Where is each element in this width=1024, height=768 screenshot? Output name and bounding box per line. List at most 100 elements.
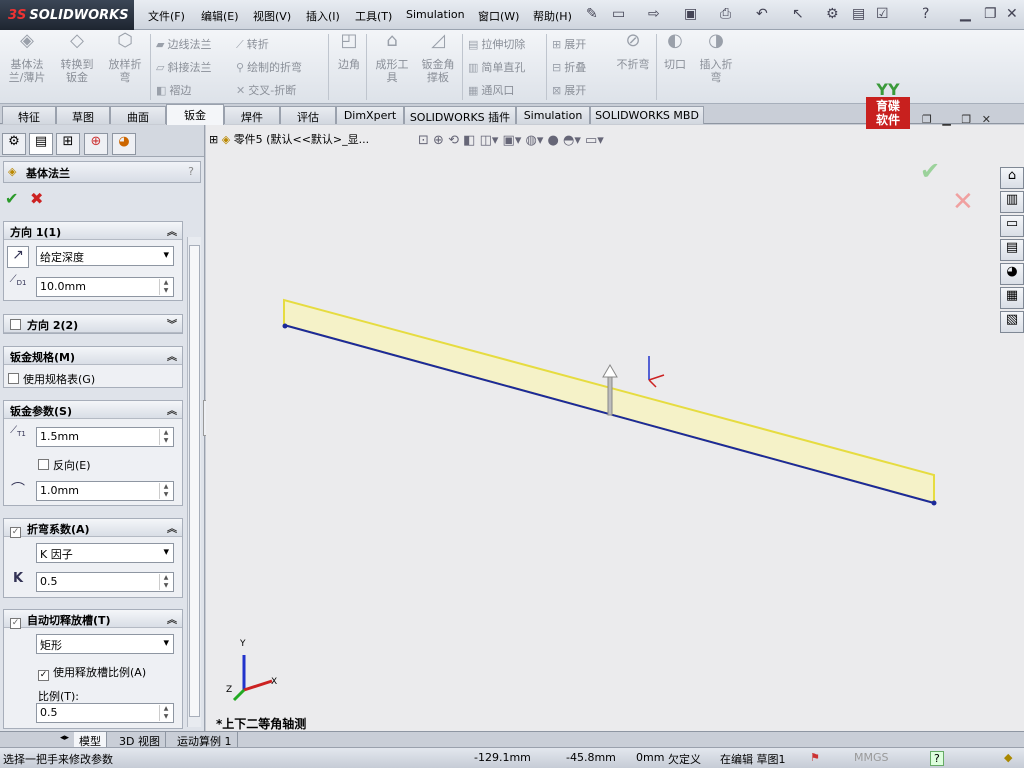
- tab-weldments[interactable]: 焊件: [224, 106, 280, 124]
- hide-show-icon[interactable]: ◍▾: [525, 133, 543, 148]
- file-explorer-icon[interactable]: ▭: [1000, 215, 1024, 237]
- no-bends-button[interactable]: ⊘ 不折弯: [612, 32, 654, 72]
- tab-evaluate[interactable]: 评估: [280, 106, 336, 124]
- confirm-corner-cancel[interactable]: ✕: [952, 187, 974, 217]
- property-manager-scrollbar[interactable]: [187, 237, 201, 727]
- bend-radius-input[interactable]: 1.0mm ▲ ▼: [36, 481, 174, 501]
- graphics-area[interactable]: Y X Z ⊞ ◈ 零件5 (默认<<默认>_显... ⊡ ⊕ ⟲ ◧ ◫▾ ▣…: [206, 82, 1024, 731]
- status-help-button[interactable]: ?: [930, 751, 944, 766]
- base-flange-button[interactable]: ◈ 基体法 兰/薄片: [6, 32, 48, 85]
- doc-minimize-icon[interactable]: ▁: [942, 113, 950, 126]
- relief-type-select[interactable]: 矩形: [36, 634, 174, 654]
- reverse-direction-icon[interactable]: ↗: [7, 246, 29, 268]
- solidworks-logo[interactable]: 3S SOLIDWORKS: [0, 0, 134, 30]
- cancel-button[interactable]: ✖: [30, 189, 43, 208]
- display-manager-tab[interactable]: ◕: [112, 133, 136, 155]
- tab-mbd[interactable]: SOLIDWORKS MBD: [590, 106, 704, 124]
- bend-allowance-header[interactable]: ✓ 折弯系数(A) ︽: [4, 519, 182, 538]
- thickness-input[interactable]: 1.5mm ▲ ▼: [36, 427, 174, 447]
- help-icon[interactable]: ?: [922, 6, 929, 22]
- minimize-icon[interactable]: ▁: [960, 6, 971, 22]
- extruded-cut-button[interactable]: ▤ 拉伸切除: [468, 36, 525, 52]
- rip-button[interactable]: ◐ 切口: [660, 32, 690, 72]
- bend-allowance-checkbox[interactable]: ✓: [10, 527, 21, 538]
- direction2-header[interactable]: 方向 2(2) ︾: [4, 315, 182, 333]
- property-manager-tab[interactable]: ▤: [29, 133, 53, 155]
- sheetmetal-params-header[interactable]: 钣金参数(S) ︽: [4, 401, 182, 419]
- restore-icon[interactable]: ❐: [984, 6, 997, 22]
- radius-spinner[interactable]: ▲ ▼: [159, 483, 172, 499]
- menu-simulation[interactable]: Simulation: [406, 8, 465, 21]
- tab-motion-study[interactable]: 运动算例 1: [172, 732, 238, 748]
- tab-simulation[interactable]: Simulation: [516, 106, 590, 124]
- tab-addins[interactable]: SOLIDWORKS 插件: [404, 106, 516, 124]
- dimxpert-manager-tab[interactable]: ⊕: [84, 133, 108, 155]
- direction1-header[interactable]: 方向 1(1) ︽: [4, 222, 182, 240]
- menu-help[interactable]: 帮助(H): [533, 8, 572, 24]
- edge-flange-button[interactable]: ▰ 边线法兰: [156, 36, 211, 52]
- view-settings-icon[interactable]: ▭▾: [585, 133, 604, 148]
- k-factor-spinner[interactable]: ▲ ▼: [159, 574, 172, 590]
- jog-button[interactable]: ⟋ 转折: [236, 36, 269, 52]
- tab-surfaces[interactable]: 曲面: [110, 106, 166, 124]
- k-factor-input[interactable]: 0.5 ▲ ▼: [36, 572, 174, 592]
- undo-icon[interactable]: ↶: [756, 6, 768, 22]
- thickness-spinner[interactable]: ▲ ▼: [159, 429, 172, 445]
- hem-button[interactable]: ◧ 褶边: [156, 82, 191, 98]
- open-icon[interactable]: ⇨: [648, 6, 660, 22]
- units-selector[interactable]: MMGS: [854, 751, 889, 764]
- convert-sheetmetal-button[interactable]: ◇ 转换到 钣金: [56, 32, 98, 85]
- direction2-checkbox[interactable]: [10, 319, 21, 330]
- print-icon[interactable]: ⎙: [720, 6, 731, 22]
- doc-restore-icon[interactable]: ❐: [922, 113, 932, 126]
- tab-dimxpert[interactable]: DimXpert: [336, 106, 404, 124]
- tab-features[interactable]: 特征: [2, 106, 56, 124]
- relief-ratio-spinner[interactable]: ▲ ▼: [159, 705, 172, 721]
- tab-sketch[interactable]: 草图: [56, 106, 110, 124]
- depth-handle[interactable]: [607, 376, 613, 416]
- use-relief-ratio-checkbox[interactable]: ✓ 使用释放槽比例(A): [38, 664, 146, 681]
- corners-button[interactable]: ◰ 边角: [334, 32, 364, 72]
- zoom-to-fit-icon[interactable]: ⊡: [418, 133, 429, 148]
- menu-file[interactable]: 文件(F): [148, 8, 185, 24]
- doc-close-icon[interactable]: ✕: [982, 113, 991, 126]
- tab-model[interactable]: 模型: [74, 732, 107, 748]
- resources-icon[interactable]: ⌂: [1000, 167, 1024, 189]
- fold-button[interactable]: ⊟ 折叠: [552, 59, 586, 75]
- menu-insert[interactable]: 插入(I): [306, 8, 340, 24]
- tab-sheetmetal[interactable]: 钣金: [166, 104, 224, 125]
- options-icon[interactable]: ☑: [876, 6, 889, 22]
- menu-edit[interactable]: 编辑(E): [201, 8, 239, 24]
- doc-maximize-icon[interactable]: ❐: [961, 113, 971, 126]
- forming-tool-button[interactable]: ⌂ 成形工 具: [370, 32, 414, 85]
- zoom-area-icon[interactable]: ⊕: [433, 133, 444, 148]
- miter-flange-button[interactable]: ▱ 斜接法兰: [156, 59, 211, 75]
- feature-tree-flyout[interactable]: ⊞ ◈ 零件5 (默认<<默认>_显...: [209, 131, 369, 147]
- unfold-button[interactable]: ⊞ 展开: [552, 36, 586, 52]
- rebuild-status-icon[interactable]: ⚑: [810, 751, 820, 764]
- ok-button[interactable]: ✔: [5, 189, 18, 208]
- gauge-header[interactable]: 钣金规格(M) ︽: [4, 347, 182, 365]
- tab-3d-views[interactable]: 3D 视图: [114, 732, 166, 748]
- tab-scroll-arrows[interactable]: ◂▸: [60, 733, 69, 743]
- feature-manager-tab[interactable]: ⚙: [2, 133, 26, 155]
- previous-view-icon[interactable]: ⟲: [448, 133, 459, 148]
- save-icon[interactable]: ▣: [684, 6, 697, 22]
- vent-button[interactable]: ▦ 通风口: [468, 82, 514, 98]
- sketched-bend-button[interactable]: ⚲ 绘制的折弯: [236, 59, 302, 75]
- menu-view[interactable]: 视图(V): [253, 8, 291, 24]
- rebuild-icon[interactable]: ⚙: [826, 6, 839, 22]
- depth-spinner[interactable]: ▲ ▼: [159, 279, 172, 295]
- section-view-icon[interactable]: ◧: [463, 133, 475, 148]
- auto-relief-checkbox[interactable]: ✓: [10, 618, 21, 629]
- view-palette-icon[interactable]: ▤: [1000, 239, 1024, 261]
- solidworks-forum-icon[interactable]: ▧: [1000, 311, 1024, 333]
- edit-appearance-icon[interactable]: ●: [548, 133, 559, 148]
- menu-tools[interactable]: 工具(T): [355, 8, 392, 24]
- help-button[interactable]: ?: [188, 165, 194, 178]
- depth-input[interactable]: 10.0mm ▲ ▼: [36, 277, 174, 297]
- auto-relief-header[interactable]: ✓ 自动切释放槽(T) ︽: [4, 610, 182, 629]
- pin-icon[interactable]: ✎: [586, 6, 598, 22]
- close-icon[interactable]: ✕: [1006, 6, 1018, 22]
- reverse-checkbox[interactable]: 反向(E): [38, 457, 91, 473]
